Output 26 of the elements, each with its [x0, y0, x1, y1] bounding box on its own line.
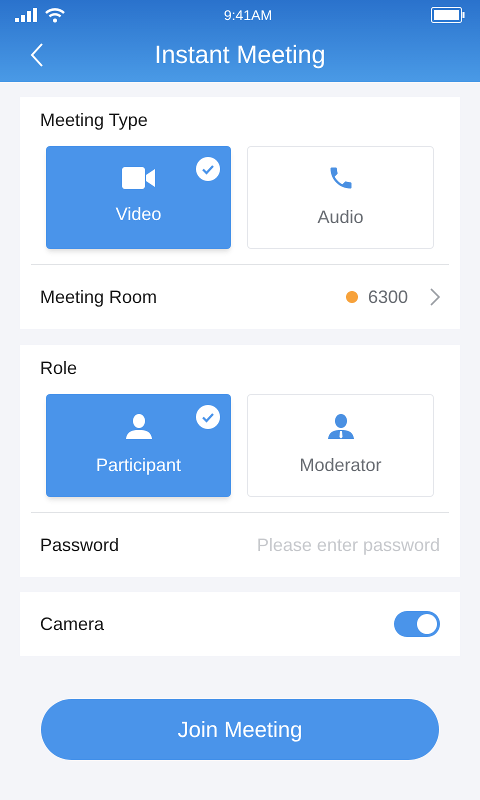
signal-icon: [15, 8, 37, 22]
camera-toggle[interactable]: [394, 611, 440, 637]
person-with-tie-icon: [326, 412, 354, 440]
room-number: 6300: [368, 286, 408, 308]
back-icon: [30, 43, 44, 67]
battery-icon: [431, 7, 465, 23]
row-label: Meeting Room: [40, 286, 158, 309]
password-field[interactable]: Please enter password: [220, 532, 440, 558]
wifi-icon: [45, 8, 65, 22]
status-time: 9:41AM: [224, 6, 272, 24]
checkmark-icon: [196, 157, 220, 181]
page-title: Instant Meeting: [154, 40, 326, 72]
option-card[interactable]: Audio: [247, 146, 434, 249]
checkmark-icon: [196, 405, 220, 429]
video-camera-icon: [122, 167, 156, 189]
meeting-room-row[interactable]: Meeting Room 6300: [20, 265, 460, 329]
row-label: Password: [40, 534, 120, 556]
section-title: Meeting Type: [39, 109, 149, 132]
option-card[interactable]: Video: [46, 146, 231, 249]
section-title: Role: [39, 357, 78, 380]
option-card[interactable]: Moderator: [247, 394, 434, 497]
option-card[interactable]: Participant: [46, 394, 231, 497]
join-meeting-button[interactable]: Join Meeting: [41, 699, 439, 760]
chevron-right-icon: [430, 288, 440, 306]
row-label: Camera: [40, 612, 104, 636]
person-icon: [124, 412, 152, 440]
